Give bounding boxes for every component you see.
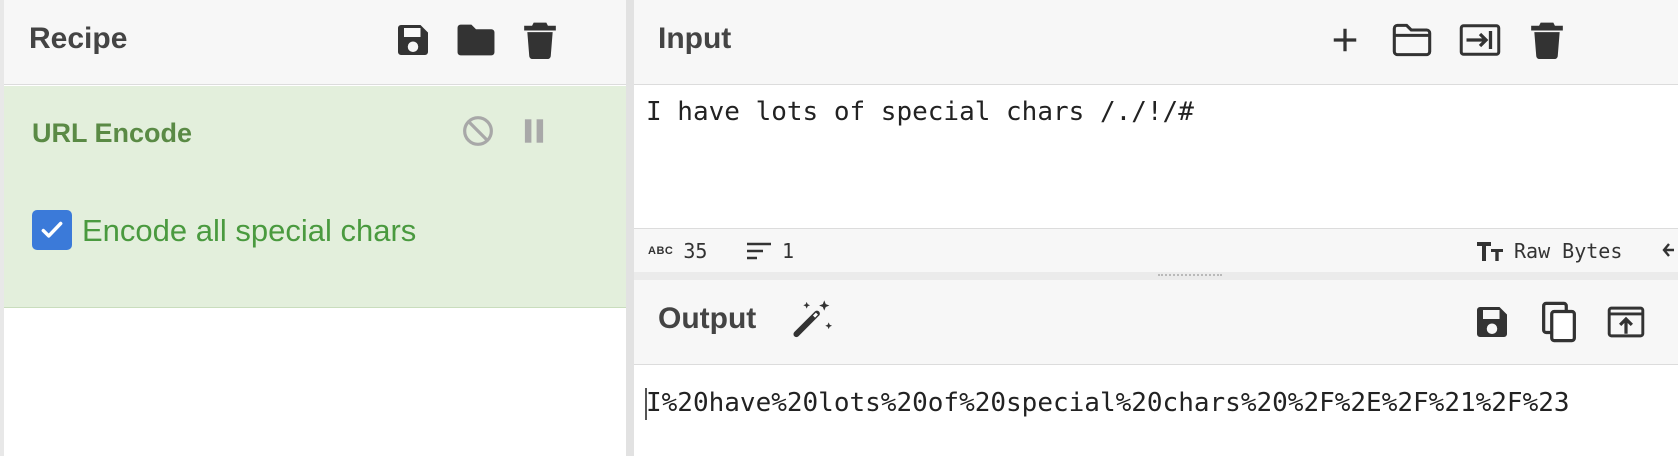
abc-icon: ABC: [648, 245, 674, 257]
clear-recipe-button[interactable]: [518, 18, 562, 62]
io-splitter[interactable]: [634, 272, 1678, 280]
trash-icon: [1531, 22, 1563, 59]
clear-input-button[interactable]: [1525, 18, 1569, 62]
recipe-panel: Recipe URL Encode Encode all special cha…: [4, 0, 626, 456]
save-icon: [398, 25, 428, 55]
output-header: Output: [634, 280, 1678, 365]
copy-icon: [1542, 301, 1576, 343]
disable-operation-button[interactable]: [458, 111, 498, 151]
checkmark-icon: [41, 221, 63, 238]
operation-name: URL Encode: [32, 118, 193, 148]
replace-input-button[interactable]: [1604, 300, 1648, 344]
import-file-button[interactable]: [1458, 18, 1502, 62]
replace-input-icon: [1607, 306, 1645, 338]
panel-divider[interactable]: [626, 0, 634, 456]
import-icon: [1459, 24, 1501, 56]
line-count-value: 1: [782, 239, 795, 263]
arrow-left-icon: [1662, 243, 1674, 257]
pause-icon: [524, 119, 544, 143]
save-recipe-button[interactable]: [391, 18, 435, 62]
text-size-icon: [1477, 242, 1503, 261]
io-panel: Input I have lots of special chars /./!/…: [634, 0, 1678, 456]
encoding-label: Raw Bytes: [1514, 239, 1623, 263]
save-output-button[interactable]: [1470, 300, 1514, 344]
char-count: ABC 35: [648, 239, 707, 263]
plus-icon: [1333, 28, 1357, 52]
input-textarea[interactable]: I have lots of special chars /./!/#: [646, 97, 1194, 127]
operation-url-encode[interactable]: URL Encode Encode all special chars: [4, 86, 626, 308]
encode-all-special-chars-label[interactable]: Encode all special chars: [82, 213, 416, 249]
recipe-title: Recipe: [29, 22, 128, 55]
recipe-header: Recipe: [4, 0, 626, 85]
magic-wand-icon: [793, 300, 833, 338]
folder-icon: [457, 24, 495, 56]
input-title: Input: [658, 22, 732, 55]
char-count-value: 35: [683, 239, 708, 263]
splitter-grip[interactable]: [1158, 274, 1222, 278]
line-count: 1: [746, 239, 794, 263]
breakpoint-button[interactable]: [514, 111, 554, 151]
disable-icon: [463, 116, 493, 146]
lines-icon: [747, 242, 771, 260]
add-tab-button[interactable]: [1323, 18, 1367, 62]
folder-icon: [1392, 23, 1432, 57]
output-title: Output: [658, 302, 757, 335]
trash-icon: [524, 22, 556, 59]
save-icon: [1477, 307, 1507, 337]
open-file-button[interactable]: [1390, 18, 1434, 62]
output-textarea[interactable]: I%20have%20lots%20of%20special%20chars%2…: [646, 388, 1570, 418]
encode-all-special-chars-checkbox[interactable]: [32, 210, 72, 250]
input-status-bar: ABC 35 1 Raw Bytes: [634, 228, 1678, 272]
magic-button[interactable]: [792, 296, 836, 340]
input-header: Input: [634, 0, 1678, 85]
encoding-selector[interactable]: Raw Bytes: [1476, 239, 1622, 263]
eol-selector[interactable]: [1662, 241, 1676, 259]
copy-output-button[interactable]: [1537, 300, 1581, 344]
load-recipe-button[interactable]: [454, 18, 498, 62]
